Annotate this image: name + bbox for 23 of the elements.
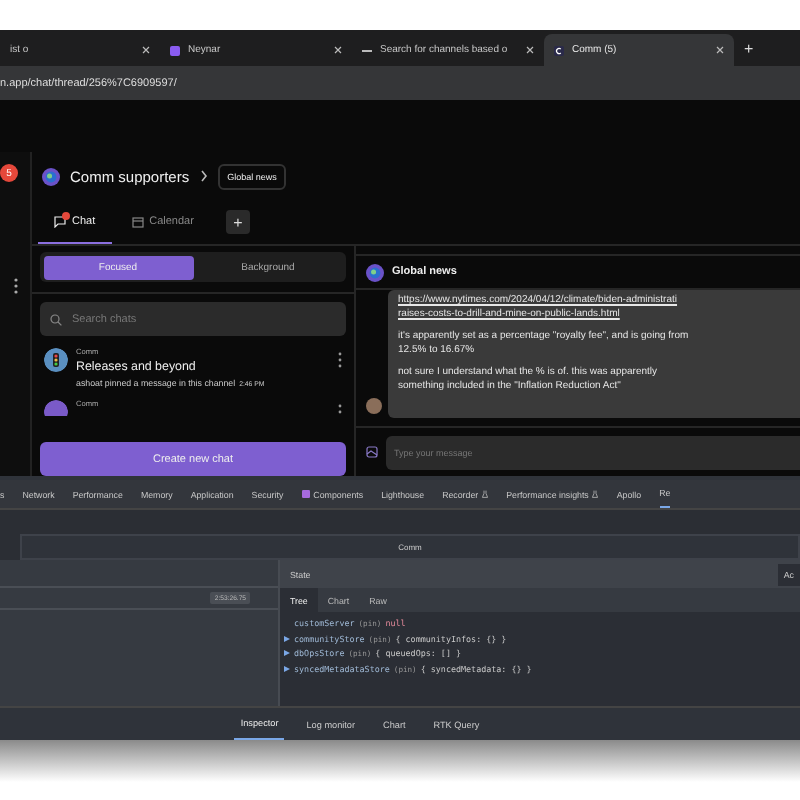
extension-icon [301,490,310,498]
add-tab-button[interactable]: + [225,210,250,234]
favicon-icon [170,45,180,55]
new-tab-button[interactable]: + [744,39,754,57]
expand-icon[interactable] [284,650,290,656]
image-icon[interactable] [366,446,378,459]
channel-avatar [366,263,384,282]
community-avatar [42,167,60,185]
flask-icon [482,490,489,498]
chevron-icon [199,170,208,182]
close-icon[interactable] [334,46,342,54]
favicon-icon [554,45,564,55]
close-icon[interactable] [142,46,150,54]
chat-icon [54,215,66,227]
traffic-light-avatar [44,348,68,372]
calendar-icon [131,215,144,227]
search-icon [50,313,62,325]
user-avatar [366,398,382,415]
expand-icon[interactable] [284,665,290,671]
close-icon[interactable] [716,46,724,54]
expand-icon[interactable] [284,635,290,641]
close-icon[interactable] [526,46,534,54]
flask-icon [592,490,599,498]
